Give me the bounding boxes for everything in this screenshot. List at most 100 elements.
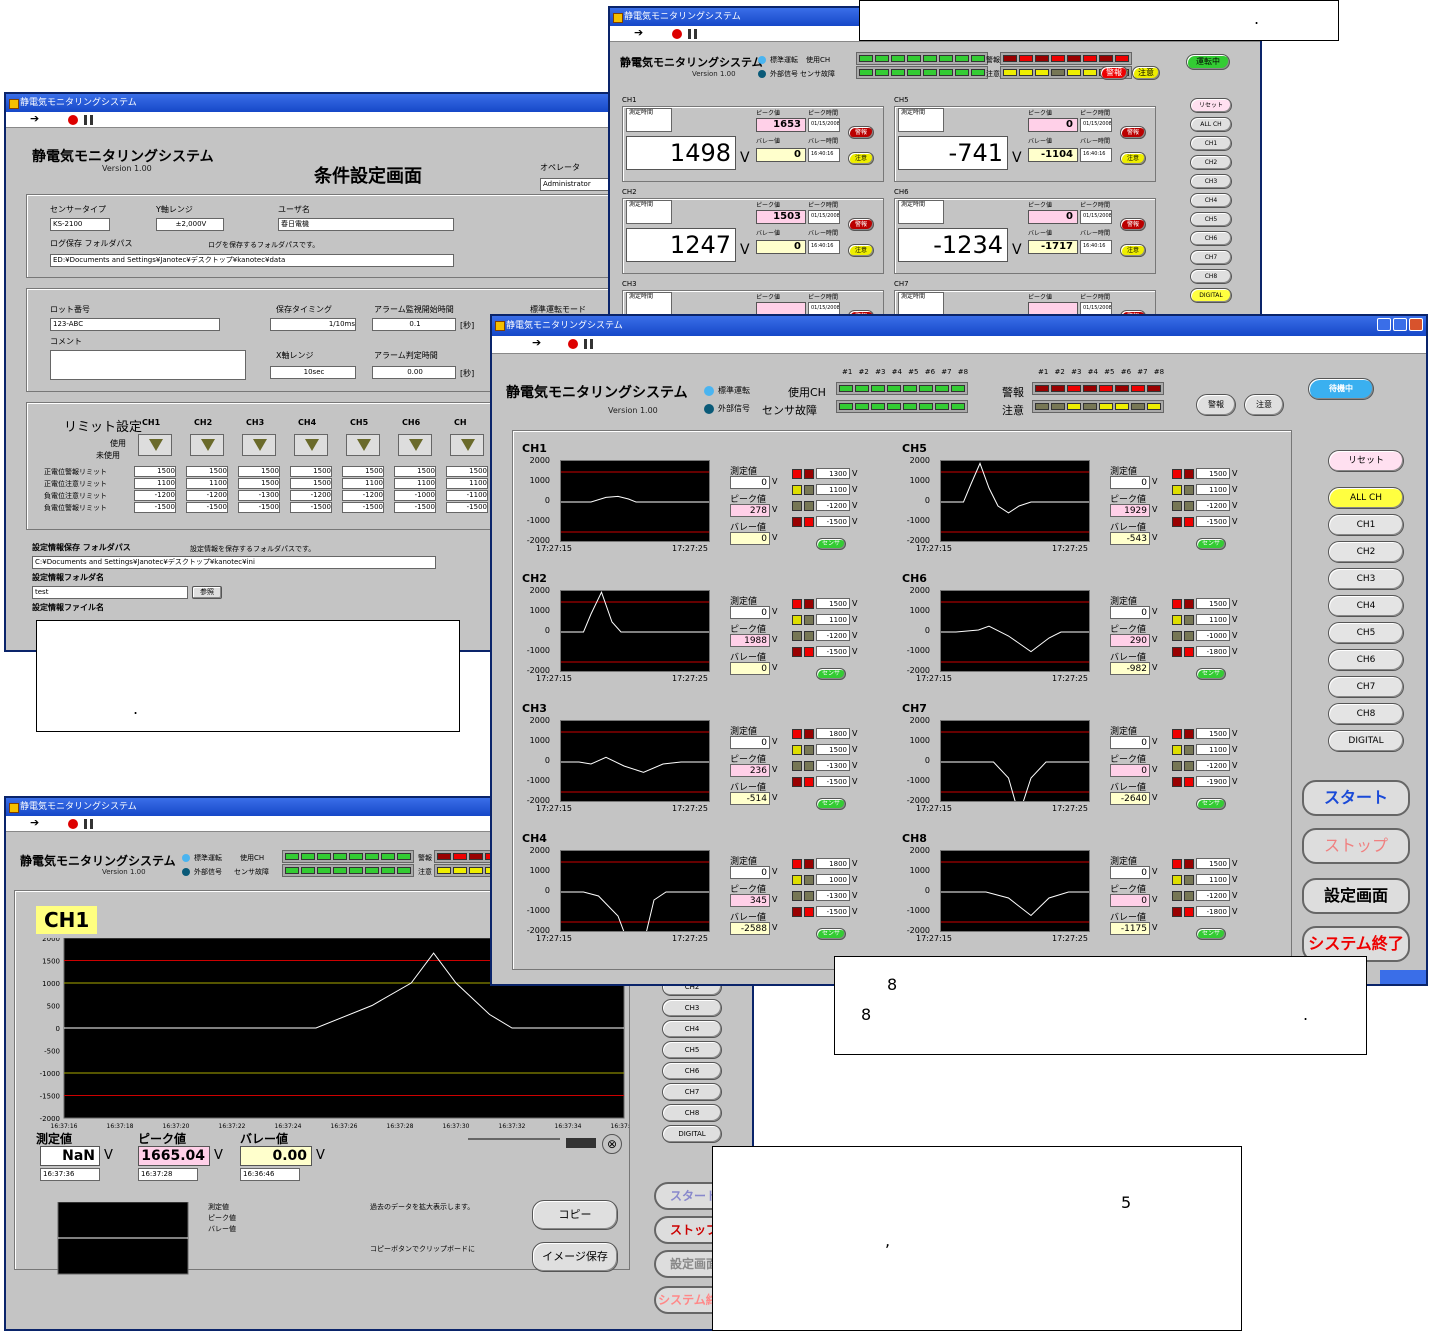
side-button[interactable]: CH8	[662, 1104, 722, 1122]
limit-value[interactable]: 1100	[342, 478, 384, 489]
use-toggle-icon[interactable]	[294, 434, 328, 456]
run-arrow-icon[interactable]: ➔	[532, 336, 541, 349]
side-button[interactable]: ALL CH	[1328, 487, 1404, 509]
limit-value[interactable]: -1200	[186, 490, 228, 501]
side-button[interactable]: DIGITAL	[1328, 730, 1404, 752]
side-button[interactable]: CH5	[1328, 622, 1404, 644]
limit-value[interactable]: -1500	[290, 502, 332, 513]
record-icon[interactable]	[568, 339, 578, 349]
save-image-button[interactable]: イメージ保存	[532, 1242, 618, 1272]
history-field[interactable]	[468, 1138, 560, 1140]
sensor-type-field[interactable]: KS-2100	[50, 218, 110, 231]
side-button[interactable]: CH2	[1328, 541, 1404, 563]
side-button[interactable]: リセット	[1328, 450, 1404, 472]
side-button[interactable]: CH5	[662, 1041, 722, 1059]
alarm-start-field[interactable]: 0.1	[372, 318, 456, 331]
start-button[interactable]: スタート	[1302, 780, 1410, 816]
alarm-button[interactable]: 警報	[1196, 394, 1236, 416]
side-button[interactable]: DIGITAL	[662, 1125, 722, 1143]
side-button[interactable]: CH7	[662, 1083, 722, 1101]
side-button[interactable]: CH7	[1190, 250, 1232, 265]
save-timing-field[interactable]: 1/10ms	[270, 318, 356, 331]
caution-button[interactable]: 注意	[1244, 394, 1284, 416]
side-button[interactable]: CH1	[1328, 514, 1404, 536]
run-arrow-icon[interactable]: ➔	[30, 112, 39, 125]
use-toggle-icon[interactable]	[242, 434, 276, 456]
side-button[interactable]: CH4	[1328, 595, 1404, 617]
limit-value[interactable]: 1100	[394, 478, 436, 489]
limit-value[interactable]: 1100	[134, 478, 176, 489]
limit-value[interactable]: -1500	[238, 502, 280, 513]
limit-value[interactable]: 1500	[134, 466, 176, 477]
pause-icon[interactable]	[688, 29, 697, 39]
limit-value[interactable]: -1200	[342, 490, 384, 501]
limit-value[interactable]: -1000	[394, 490, 436, 501]
limit-value[interactable]: -1300	[238, 490, 280, 501]
limit-value[interactable]: 1500	[186, 466, 228, 477]
limit-value[interactable]: 1500	[394, 466, 436, 477]
settings-button[interactable]: 設定画面	[1302, 878, 1410, 914]
limit-value[interactable]: 1100	[186, 478, 228, 489]
side-button[interactable]: CH3	[1328, 568, 1404, 590]
side-button[interactable]: CH8	[1328, 703, 1404, 725]
pause-icon[interactable]	[84, 115, 93, 125]
record-icon[interactable]	[68, 819, 78, 829]
side-button[interactable]: CH8	[1190, 269, 1232, 284]
limit-value[interactable]: 1500	[238, 478, 280, 489]
user-field[interactable]: 春日電機	[278, 218, 454, 231]
pause-icon[interactable]	[584, 339, 593, 349]
limit-value[interactable]: -1200	[134, 490, 176, 501]
use-toggle-icon[interactable]	[398, 434, 432, 456]
limit-value[interactable]: 1500	[446, 466, 488, 477]
alarm-judge-field[interactable]: 0.00	[372, 366, 456, 379]
limit-value[interactable]: -1500	[394, 502, 436, 513]
use-toggle-icon[interactable]	[450, 434, 484, 456]
limit-value[interactable]: 1500	[290, 478, 332, 489]
x-range-field[interactable]: 10sec	[270, 366, 356, 379]
comment-field[interactable]	[50, 350, 246, 380]
side-button[interactable]: CH3	[1190, 174, 1232, 189]
cfg-name-field[interactable]: test	[32, 586, 188, 599]
slider-icon[interactable]	[566, 1138, 596, 1148]
use-toggle-icon[interactable]	[190, 434, 224, 456]
limit-value[interactable]: 1100	[446, 478, 488, 489]
side-button[interactable]: CH7	[1328, 676, 1404, 698]
side-button[interactable]: CH5	[1190, 212, 1232, 227]
y-range-field[interactable]: ±2,000V	[156, 218, 224, 231]
pause-icon[interactable]	[84, 819, 93, 829]
side-button[interactable]: DIGITAL	[1190, 288, 1232, 303]
record-icon[interactable]	[68, 115, 78, 125]
close-icon[interactable]	[1409, 318, 1423, 331]
side-button[interactable]: CH6	[1190, 231, 1232, 246]
limit-value[interactable]: -1200	[290, 490, 332, 501]
limit-value[interactable]: -1100	[446, 490, 488, 501]
limit-value[interactable]: -1500	[446, 502, 488, 513]
side-button[interactable]: リセット	[1190, 98, 1232, 113]
log-dir-field[interactable]: ED:¥Documents and Settings¥Janotec¥デスクトッ…	[50, 254, 454, 267]
minimize-icon[interactable]	[1377, 318, 1391, 331]
side-button[interactable]: CH4	[1190, 193, 1232, 208]
side-button[interactable]: CH2	[1190, 155, 1232, 170]
limit-value[interactable]: -1500	[134, 502, 176, 513]
run-arrow-icon[interactable]: ➔	[634, 26, 643, 39]
use-toggle-icon[interactable]	[138, 434, 172, 456]
side-button[interactable]: CH6	[1328, 649, 1404, 671]
use-toggle-icon[interactable]	[346, 434, 380, 456]
side-button[interactable]: ALL CH	[1190, 117, 1232, 132]
maximize-icon[interactable]	[1393, 318, 1407, 331]
copy-button[interactable]: コピー	[532, 1200, 618, 1230]
stop-button[interactable]: ストップ	[1302, 828, 1410, 864]
limit-value[interactable]: 1500	[342, 466, 384, 477]
limit-value[interactable]: -1500	[186, 502, 228, 513]
side-button[interactable]: CH1	[1190, 136, 1232, 151]
run-arrow-icon[interactable]: ➔	[30, 816, 39, 829]
limit-value[interactable]: -1500	[342, 502, 384, 513]
side-button[interactable]: CH6	[662, 1062, 722, 1080]
browse-button[interactable]: 参照	[192, 586, 222, 599]
cfg-dir-field[interactable]: C:¥Documents and Settings¥Janotec¥デスクトップ…	[32, 556, 436, 569]
target-icon[interactable]: ⊗	[602, 1134, 622, 1154]
lot-field[interactable]: 123-ABC	[50, 318, 220, 331]
record-icon[interactable]	[672, 29, 682, 39]
side-button[interactable]: CH3	[662, 999, 722, 1017]
operator-field[interactable]: Administrator	[540, 178, 608, 191]
